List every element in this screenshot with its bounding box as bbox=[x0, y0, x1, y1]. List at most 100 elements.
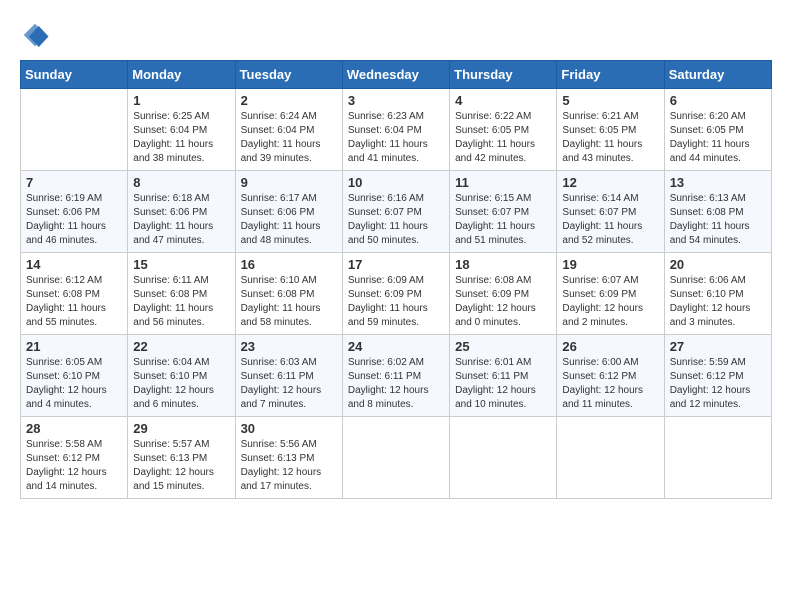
day-number: 27 bbox=[670, 339, 766, 354]
day-info: Sunrise: 6:03 AM Sunset: 6:11 PM Dayligh… bbox=[241, 356, 337, 412]
calendar-week-row: 14 Sunrise: 6:12 AM Sunset: 6:08 PM Dayli… bbox=[21, 253, 772, 335]
day-number: 29 bbox=[133, 421, 229, 436]
day-info: Sunrise: 6:21 AM Sunset: 6:05 PM Dayligh… bbox=[562, 110, 658, 166]
day-number: 5 bbox=[562, 93, 658, 108]
calendar-cell bbox=[342, 417, 449, 499]
day-info: Sunrise: 6:14 AM Sunset: 6:07 PM Dayligh… bbox=[562, 192, 658, 248]
day-number: 9 bbox=[241, 175, 337, 190]
day-info: Sunrise: 5:59 AM Sunset: 6:12 PM Dayligh… bbox=[670, 356, 766, 412]
day-info: Sunrise: 6:15 AM Sunset: 6:07 PM Dayligh… bbox=[455, 192, 551, 248]
calendar-cell: 16 Sunrise: 6:10 AM Sunset: 6:08 PM Dayli… bbox=[235, 253, 342, 335]
day-info: Sunrise: 6:10 AM Sunset: 6:08 PM Dayligh… bbox=[241, 274, 337, 330]
calendar-cell: 14 Sunrise: 6:12 AM Sunset: 6:08 PM Dayli… bbox=[21, 253, 128, 335]
day-number: 8 bbox=[133, 175, 229, 190]
calendar-cell: 2 Sunrise: 6:24 AM Sunset: 6:04 PM Daylig… bbox=[235, 89, 342, 171]
day-number: 25 bbox=[455, 339, 551, 354]
day-info: Sunrise: 5:56 AM Sunset: 6:13 PM Dayligh… bbox=[241, 438, 337, 494]
calendar-cell: 13 Sunrise: 6:13 AM Sunset: 6:08 PM Dayli… bbox=[664, 171, 771, 253]
day-info: Sunrise: 6:11 AM Sunset: 6:08 PM Dayligh… bbox=[133, 274, 229, 330]
day-number: 14 bbox=[26, 257, 122, 272]
calendar-cell: 12 Sunrise: 6:14 AM Sunset: 6:07 PM Dayli… bbox=[557, 171, 664, 253]
day-number: 3 bbox=[348, 93, 444, 108]
calendar-cell: 7 Sunrise: 6:19 AM Sunset: 6:06 PM Daylig… bbox=[21, 171, 128, 253]
calendar-cell: 23 Sunrise: 6:03 AM Sunset: 6:11 PM Dayli… bbox=[235, 335, 342, 417]
day-info: Sunrise: 6:02 AM Sunset: 6:11 PM Dayligh… bbox=[348, 356, 444, 412]
weekday-header: Saturday bbox=[664, 61, 771, 89]
logo-icon bbox=[20, 20, 50, 50]
day-info: Sunrise: 6:16 AM Sunset: 6:07 PM Dayligh… bbox=[348, 192, 444, 248]
calendar-cell: 5 Sunrise: 6:21 AM Sunset: 6:05 PM Daylig… bbox=[557, 89, 664, 171]
logo bbox=[20, 20, 54, 50]
calendar-cell: 24Sunrise: 6:02 AM Sunset: 6:11 PM Dayli… bbox=[342, 335, 449, 417]
day-info: Sunrise: 6:19 AM Sunset: 6:06 PM Dayligh… bbox=[26, 192, 122, 248]
calendar-cell bbox=[664, 417, 771, 499]
calendar-cell: 22 Sunrise: 6:04 AM Sunset: 6:10 PM Dayli… bbox=[128, 335, 235, 417]
calendar-cell: 30 Sunrise: 5:56 AM Sunset: 6:13 PM Dayli… bbox=[235, 417, 342, 499]
day-number: 13 bbox=[670, 175, 766, 190]
day-info: Sunrise: 6:23 AM Sunset: 6:04 PM Dayligh… bbox=[348, 110, 444, 166]
day-info: Sunrise: 6:18 AM Sunset: 6:06 PM Dayligh… bbox=[133, 192, 229, 248]
day-number: 7 bbox=[26, 175, 122, 190]
calendar-header-row: SundayMondayTuesdayWednesdayThursdayFrid… bbox=[21, 61, 772, 89]
day-info: Sunrise: 6:17 AM Sunset: 6:06 PM Dayligh… bbox=[241, 192, 337, 248]
day-number: 15 bbox=[133, 257, 229, 272]
calendar-week-row: 7 Sunrise: 6:19 AM Sunset: 6:06 PM Daylig… bbox=[21, 171, 772, 253]
calendar-cell: 9 Sunrise: 6:17 AM Sunset: 6:06 PM Daylig… bbox=[235, 171, 342, 253]
calendar-cell: 17Sunrise: 6:09 AM Sunset: 6:09 PM Dayli… bbox=[342, 253, 449, 335]
calendar-cell: 4Sunrise: 6:22 AM Sunset: 6:05 PM Daylig… bbox=[450, 89, 557, 171]
calendar-cell bbox=[450, 417, 557, 499]
weekday-header: Tuesday bbox=[235, 61, 342, 89]
day-info: Sunrise: 6:13 AM Sunset: 6:08 PM Dayligh… bbox=[670, 192, 766, 248]
calendar-cell bbox=[557, 417, 664, 499]
calendar-cell: 25 Sunrise: 6:01 AM Sunset: 6:11 PM Dayli… bbox=[450, 335, 557, 417]
day-info: Sunrise: 6:00 AM Sunset: 6:12 PM Dayligh… bbox=[562, 356, 658, 412]
calendar-cell: 15 Sunrise: 6:11 AM Sunset: 6:08 PM Dayli… bbox=[128, 253, 235, 335]
day-number: 20 bbox=[670, 257, 766, 272]
calendar-cell: 19Sunrise: 6:07 AM Sunset: 6:09 PM Dayli… bbox=[557, 253, 664, 335]
day-number: 10 bbox=[348, 175, 444, 190]
calendar-cell: 27 Sunrise: 5:59 AM Sunset: 6:12 PM Dayli… bbox=[664, 335, 771, 417]
calendar-cell: 3 Sunrise: 6:23 AM Sunset: 6:04 PM Daylig… bbox=[342, 89, 449, 171]
day-info: Sunrise: 6:08 AM Sunset: 6:09 PM Dayligh… bbox=[455, 274, 551, 330]
day-info: Sunrise: 6:04 AM Sunset: 6:10 PM Dayligh… bbox=[133, 356, 229, 412]
day-info: Sunrise: 5:57 AM Sunset: 6:13 PM Dayligh… bbox=[133, 438, 229, 494]
calendar-cell: 28 Sunrise: 5:58 AM Sunset: 6:12 PM Dayli… bbox=[21, 417, 128, 499]
calendar-cell: 10 Sunrise: 6:16 AM Sunset: 6:07 PM Dayli… bbox=[342, 171, 449, 253]
day-number: 21 bbox=[26, 339, 122, 354]
day-number: 2 bbox=[241, 93, 337, 108]
calendar-cell: 21 Sunrise: 6:05 AM Sunset: 6:10 PM Dayli… bbox=[21, 335, 128, 417]
weekday-header: Friday bbox=[557, 61, 664, 89]
weekday-header: Thursday bbox=[450, 61, 557, 89]
calendar-cell: 29 Sunrise: 5:57 AM Sunset: 6:13 PM Dayli… bbox=[128, 417, 235, 499]
calendar-cell: 6Sunrise: 6:20 AM Sunset: 6:05 PM Daylig… bbox=[664, 89, 771, 171]
day-number: 11 bbox=[455, 175, 551, 190]
day-info: Sunrise: 6:22 AM Sunset: 6:05 PM Dayligh… bbox=[455, 110, 551, 166]
day-number: 16 bbox=[241, 257, 337, 272]
calendar-cell: 18 Sunrise: 6:08 AM Sunset: 6:09 PM Dayli… bbox=[450, 253, 557, 335]
day-number: 26 bbox=[562, 339, 658, 354]
weekday-header: Wednesday bbox=[342, 61, 449, 89]
weekday-header: Monday bbox=[128, 61, 235, 89]
day-info: Sunrise: 6:25 AM Sunset: 6:04 PM Dayligh… bbox=[133, 110, 229, 166]
day-number: 22 bbox=[133, 339, 229, 354]
day-number: 18 bbox=[455, 257, 551, 272]
calendar-cell: 20Sunrise: 6:06 AM Sunset: 6:10 PM Dayli… bbox=[664, 253, 771, 335]
calendar-cell: 1 Sunrise: 6:25 AM Sunset: 6:04 PM Daylig… bbox=[128, 89, 235, 171]
day-info: Sunrise: 6:12 AM Sunset: 6:08 PM Dayligh… bbox=[26, 274, 122, 330]
weekday-header: Sunday bbox=[21, 61, 128, 89]
day-info: Sunrise: 6:09 AM Sunset: 6:09 PM Dayligh… bbox=[348, 274, 444, 330]
calendar-week-row: 21 Sunrise: 6:05 AM Sunset: 6:10 PM Dayli… bbox=[21, 335, 772, 417]
day-info: Sunrise: 6:24 AM Sunset: 6:04 PM Dayligh… bbox=[241, 110, 337, 166]
day-info: Sunrise: 5:58 AM Sunset: 6:12 PM Dayligh… bbox=[26, 438, 122, 494]
day-number: 12 bbox=[562, 175, 658, 190]
day-number: 1 bbox=[133, 93, 229, 108]
calendar-cell: 26 Sunrise: 6:00 AM Sunset: 6:12 PM Dayli… bbox=[557, 335, 664, 417]
day-number: 23 bbox=[241, 339, 337, 354]
day-info: Sunrise: 6:20 AM Sunset: 6:05 PM Dayligh… bbox=[670, 110, 766, 166]
day-info: Sunrise: 6:05 AM Sunset: 6:10 PM Dayligh… bbox=[26, 356, 122, 412]
day-number: 28 bbox=[26, 421, 122, 436]
day-number: 30 bbox=[241, 421, 337, 436]
day-info: Sunrise: 6:01 AM Sunset: 6:11 PM Dayligh… bbox=[455, 356, 551, 412]
calendar-cell: 11 Sunrise: 6:15 AM Sunset: 6:07 PM Dayli… bbox=[450, 171, 557, 253]
day-number: 19 bbox=[562, 257, 658, 272]
